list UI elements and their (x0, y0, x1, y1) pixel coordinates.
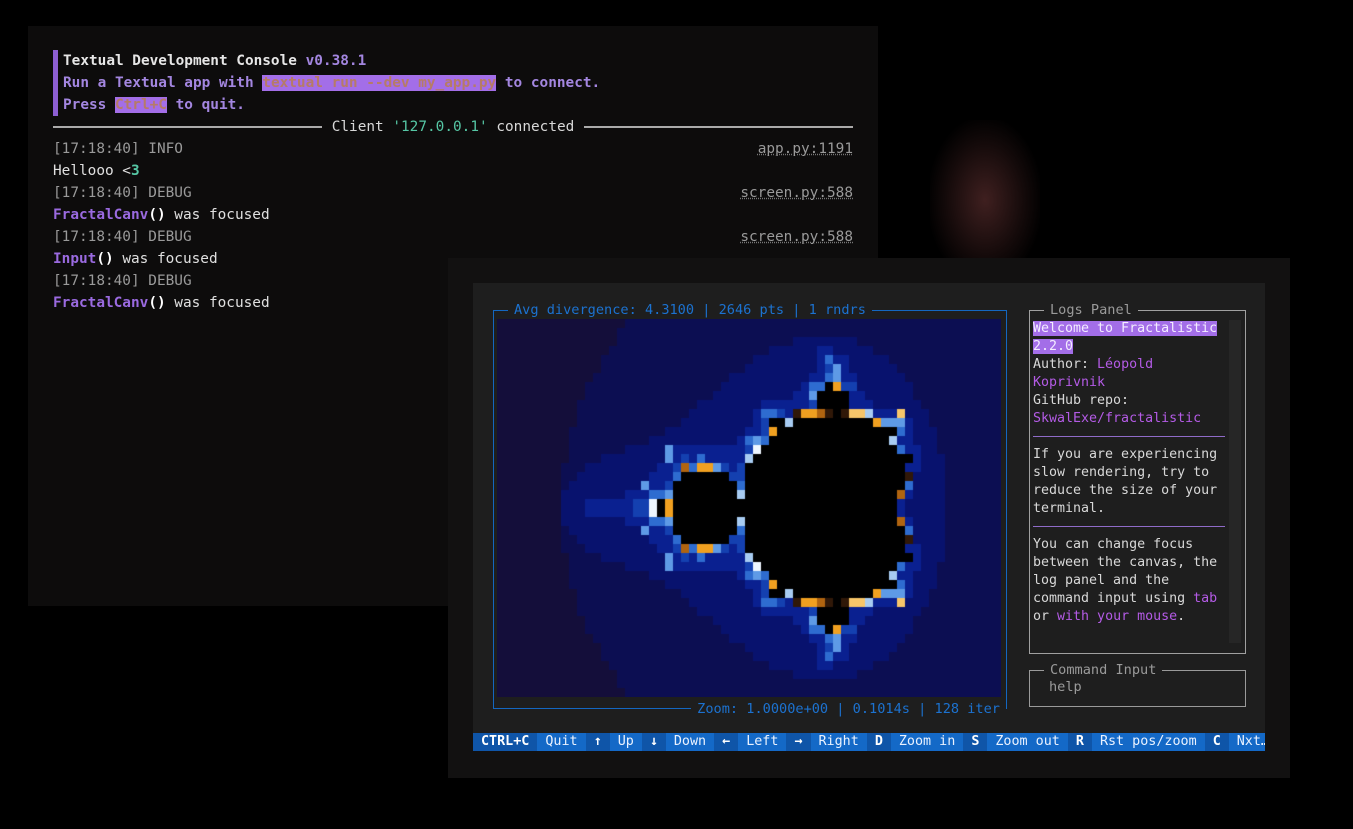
footer-key[interactable]: ↓ (641, 733, 666, 751)
console-title: Textual Development Console (63, 53, 297, 69)
console-version: v0.38.1 (305, 53, 367, 69)
footer-key[interactable]: R (1067, 733, 1092, 751)
repo-link[interactable]: SkwalExe/fractalistic (1033, 411, 1201, 426)
command-input-box[interactable]: Command Input help (1029, 661, 1246, 707)
log-meta-row: [17:18:40] DEBUG screen.py:588 (53, 226, 853, 248)
footer-key[interactable]: ← (714, 733, 739, 751)
rule-line-left (53, 126, 322, 128)
quit-key: Ctrl+C (114, 97, 167, 113)
logs-panel-title: Logs Panel (1044, 301, 1138, 319)
client-ip: '127.0.0.1' (392, 119, 488, 135)
footer-key[interactable]: C (1204, 733, 1229, 751)
log-meta-row: [17:18:40] DEBUG screen.py:588 (53, 182, 853, 204)
press-text: Press (63, 97, 115, 113)
footer-quit[interactable]: Quit (537, 733, 585, 751)
log-message-row: Hellooo <3 (53, 163, 140, 179)
client-status: Client '127.0.0.1' connected (331, 119, 575, 135)
fractal-canvas[interactable] (497, 319, 1001, 697)
footer-zoom-out[interactable]: Zoom out (987, 733, 1068, 751)
command-input-title: Command Input (1044, 661, 1163, 679)
banner-title-line: Textual Development Console v0.38.1 (63, 50, 893, 72)
tab-key-hint: tab (1193, 591, 1218, 606)
quit-text: to quit. (166, 97, 245, 113)
focus-tip: You can change focus between the canvas,… (1033, 537, 1218, 624)
banner-run-line: Run a Textual app with textual run --dev… (63, 72, 893, 94)
log-meta-row: [17:18:40] INFO app.py:1191 (53, 138, 853, 160)
rendering-tip: If you are experiencing slow rendering, … (1033, 447, 1218, 516)
footer-left[interactable]: Left (738, 733, 786, 751)
client-connected-rule: Client '127.0.0.1' connected (53, 116, 854, 138)
keybinding-footer: CTRL+C Quit ↑ Up ↓ Down ← Left → Right D Zoom … (473, 733, 1265, 751)
logs-panel[interactable]: Logs Panel Welcome to Fractalistic 2.2.0… (1029, 301, 1246, 654)
footer-reset[interactable]: Rst pos/zoom (1092, 733, 1205, 751)
footer-zoom-in[interactable]: Zoom in (891, 733, 963, 751)
rule-line-right (584, 126, 854, 128)
log-source-link[interactable]: screen.py:588 (740, 226, 853, 248)
footer-right[interactable]: Right (811, 733, 867, 751)
footer-key[interactable]: S (963, 733, 988, 751)
banner-quit-line: Press Ctrl+C to quit. (63, 94, 893, 116)
log-message-row: FractalCanv() was focused (53, 207, 270, 223)
repo-label: GitHub repo: (1033, 393, 1130, 408)
fractal-canvas-panel[interactable]: Avg divergence: 4.3100 | 2646 pts | 1 rn… (493, 301, 1007, 718)
canvas-stats: Avg divergence: 4.3100 | 2646 pts | 1 rn… (508, 301, 872, 319)
log-source-link[interactable]: app.py:1191 (758, 138, 853, 160)
footer-key[interactable]: D (866, 733, 891, 751)
footer-key[interactable]: ↑ (585, 733, 610, 751)
run-command: textual run --dev my_app.py (262, 75, 497, 91)
fractalistic-app: Avg divergence: 4.3100 | 2646 pts | 1 rn… (473, 283, 1265, 751)
console-banner: Textual Development Console v0.38.1 Run … (53, 50, 893, 116)
footer-next[interactable]: Nxt… (1229, 733, 1265, 751)
logs-content: Welcome to Fractalistic 2.2.0 Author: Lé… (1033, 320, 1225, 626)
mouse-hint: with your mouse (1057, 609, 1178, 624)
canvas-zoom-info: Zoom: 1.0000e+00 | 0.1014s | 128 iter (691, 700, 1006, 718)
footer-up[interactable]: Up (610, 733, 642, 751)
welcome-message: Welcome to Fractalistic 2.2.0 (1033, 321, 1218, 354)
run-text: Run a Textual app with (63, 75, 263, 91)
background-glow (930, 120, 1040, 280)
connect-text: to connect. (496, 75, 601, 91)
footer-key[interactable]: CTRL+C (473, 733, 538, 751)
logs-scrollbar[interactable] (1229, 320, 1241, 643)
log-source-link[interactable]: screen.py:588 (740, 182, 853, 204)
command-input-field[interactable]: help (1049, 679, 1082, 695)
log-separator (1033, 436, 1225, 437)
footer-down[interactable]: Down (666, 733, 714, 751)
log-separator (1033, 526, 1225, 527)
footer-key[interactable]: → (786, 733, 811, 751)
